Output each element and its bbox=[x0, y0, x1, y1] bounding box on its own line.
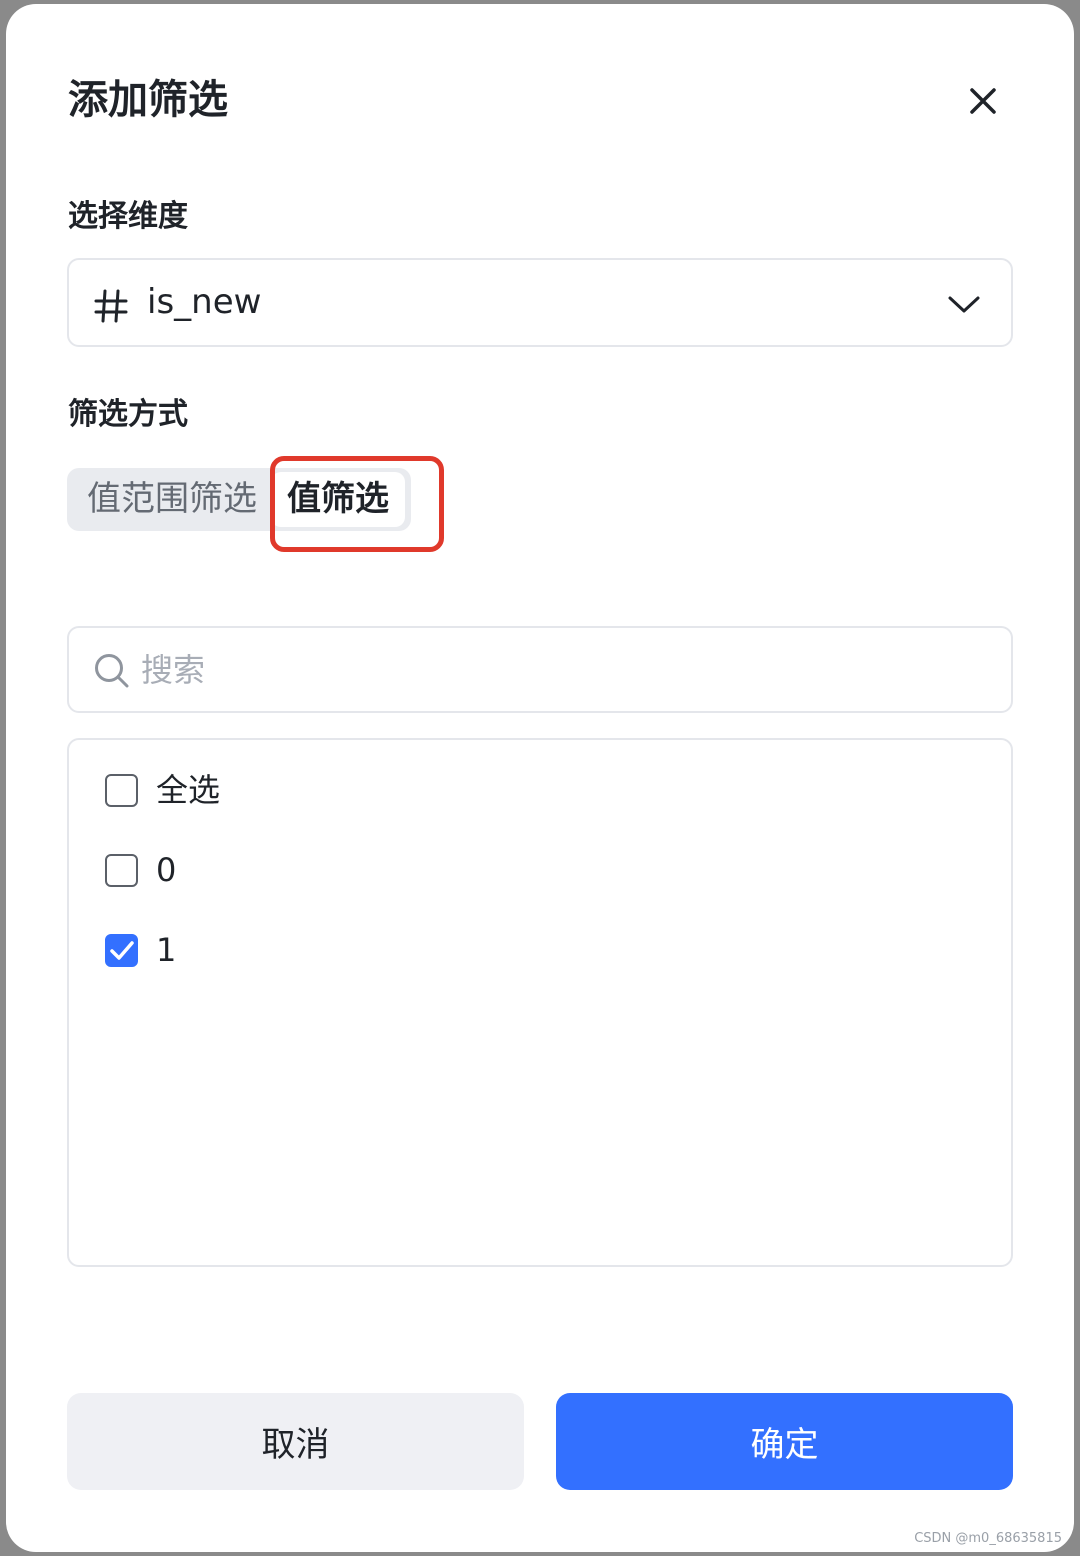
close-button[interactable] bbox=[962, 80, 1004, 122]
search-box bbox=[67, 626, 1013, 713]
value-checkbox[interactable] bbox=[105, 933, 138, 967]
hash-icon bbox=[94, 289, 128, 323]
tab-range-filter[interactable]: 值范围筛选 bbox=[73, 472, 271, 527]
value-label: 1 bbox=[156, 931, 177, 969]
cancel-button[interactable]: 取消 bbox=[67, 1393, 524, 1490]
watermark: CSDN @m0_68635815 bbox=[914, 1531, 1062, 1546]
select-all-label: 全选 bbox=[156, 771, 221, 809]
search-icon bbox=[95, 654, 129, 688]
select-all-option[interactable]: 全选 bbox=[105, 768, 220, 812]
dimension-value: is_new bbox=[147, 282, 262, 322]
chevron-down-icon bbox=[948, 296, 980, 313]
list-item[interactable]: 0 bbox=[105, 848, 176, 892]
value-checkbox[interactable] bbox=[105, 853, 138, 887]
confirm-button[interactable]: 确定 bbox=[556, 1393, 1013, 1490]
add-filter-dialog: 添加筛选 选择维度 is_new 筛选方式 值范围筛选 值筛选 全选 bbox=[6, 4, 1074, 1552]
dimension-label: 选择维度 bbox=[68, 199, 188, 234]
dialog-title: 添加筛选 bbox=[68, 77, 228, 123]
select-all-checkbox[interactable] bbox=[105, 773, 138, 807]
close-icon bbox=[970, 88, 996, 114]
annotation-highlight bbox=[270, 456, 444, 552]
checkmark-icon bbox=[110, 940, 134, 960]
value-label: 0 bbox=[156, 851, 177, 889]
list-item[interactable]: 1 bbox=[105, 928, 176, 972]
dimension-select[interactable]: is_new bbox=[67, 258, 1013, 347]
search-input[interactable] bbox=[141, 642, 981, 698]
values-list: 全选 0 1 bbox=[67, 738, 1013, 1267]
filter-mode-label: 筛选方式 bbox=[68, 397, 188, 432]
